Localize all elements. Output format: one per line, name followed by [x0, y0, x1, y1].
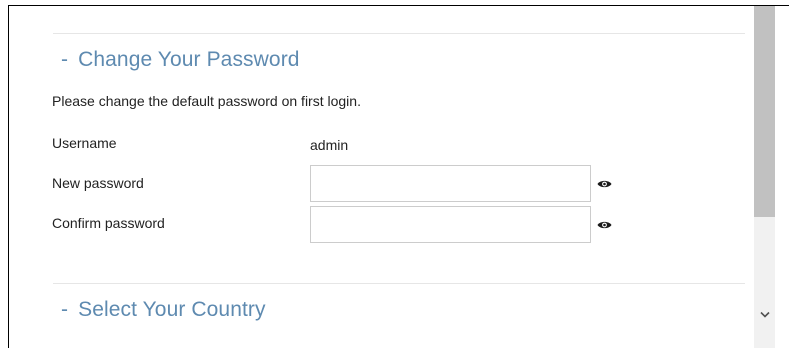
new-password-label: New password	[52, 175, 144, 191]
divider	[53, 283, 745, 284]
vertical-scrollbar[interactable]	[754, 6, 775, 348]
section-title-text: Select Your Country	[78, 298, 266, 321]
divider	[53, 33, 745, 34]
username-label: Username	[52, 135, 117, 151]
section-title-text: Change Your Password	[78, 48, 300, 71]
settings-panel: - Change Your Password Please change the …	[8, 5, 789, 348]
change-password-heading[interactable]: - Change Your Password	[61, 48, 300, 72]
select-country-heading[interactable]: - Select Your Country	[61, 298, 266, 322]
collapse-dash: -	[61, 48, 69, 71]
password-instruction: Please change the default password on fi…	[52, 93, 361, 109]
eye-icon[interactable]	[597, 220, 612, 230]
username-value: admin	[310, 137, 349, 153]
eye-icon[interactable]	[597, 179, 612, 189]
chevron-down-icon	[759, 311, 770, 318]
confirm-password-label: Confirm password	[52, 215, 165, 231]
confirm-password-input[interactable]	[310, 206, 591, 243]
new-password-input[interactable]	[310, 165, 591, 202]
scroll-thumb[interactable]	[754, 6, 775, 217]
collapse-dash: -	[61, 298, 69, 321]
scroll-down-button[interactable]	[754, 306, 775, 323]
